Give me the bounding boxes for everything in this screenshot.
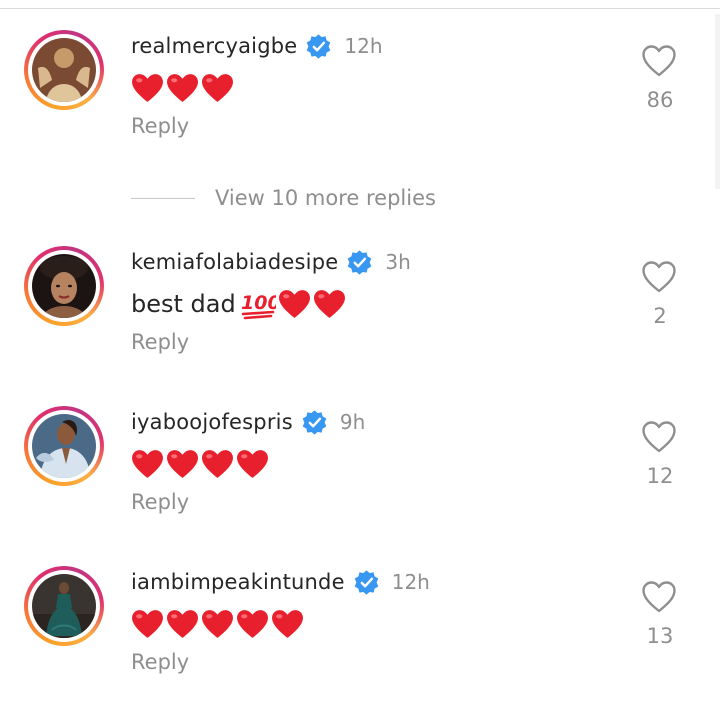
avatar-image — [32, 574, 96, 638]
avatar-image — [32, 414, 96, 478]
like-count: 13 — [646, 624, 674, 648]
heart-outline-icon[interactable] — [641, 580, 677, 614]
heart-emojis — [131, 73, 234, 103]
comment-header: iambimpeakintunde 12h — [131, 566, 430, 598]
verified-badge-icon — [302, 409, 327, 435]
comment-body — [131, 444, 269, 484]
view-more-label[interactable]: View 10 more replies — [215, 186, 436, 210]
username[interactable]: iambimpeakintunde — [131, 570, 345, 594]
avatar[interactable] — [24, 566, 104, 646]
svg-text:100: 100 — [241, 292, 276, 314]
comment-time: 12h — [391, 570, 430, 594]
red-heart-emoji — [132, 450, 163, 478]
heart-outline-icon[interactable] — [641, 44, 677, 78]
comment-header: iyaboojofespris 9h — [131, 406, 365, 438]
comment-body: best dad 100 — [131, 284, 346, 324]
username[interactable]: iyaboojofespris — [131, 410, 293, 434]
comment-item: realmercyaigbe 12h Reply 86 — [0, 30, 720, 180]
verified-badge-icon — [348, 249, 372, 275]
comment-item: kemiafolabiadesipe 3h best dad 100 Reply… — [0, 246, 720, 396]
like-count: 86 — [646, 88, 674, 112]
view-more-replies[interactable]: View 10 more replies — [131, 182, 436, 214]
verified-badge-icon — [354, 569, 379, 595]
red-heart-emoji — [272, 610, 303, 638]
red-heart-emoji — [202, 610, 233, 638]
comment-time: 9h — [339, 410, 366, 434]
heart-outline-icon[interactable] — [641, 260, 677, 294]
comment-body — [131, 68, 234, 108]
avatar-image — [32, 254, 96, 318]
comment-header: kemiafolabiadesipe 3h — [131, 246, 411, 278]
avatar-image — [32, 38, 96, 102]
comment-text: best dad — [131, 290, 236, 318]
comment-body — [131, 604, 304, 644]
red-heart-emoji — [132, 74, 163, 102]
red-heart-emoji — [167, 74, 198, 102]
avatar[interactable] — [24, 406, 104, 486]
hundred-points-emoji: 100 — [241, 292, 276, 320]
username[interactable]: kemiafolabiadesipe — [131, 250, 338, 274]
reply-button[interactable]: Reply — [131, 490, 189, 514]
like-count: 12 — [646, 464, 674, 488]
red-heart-emoji — [313, 290, 345, 318]
heart-emojis — [131, 609, 304, 639]
reply-button[interactable]: Reply — [131, 650, 189, 674]
like-count: 2 — [653, 304, 667, 328]
comment-time: 3h — [385, 250, 411, 274]
heart-emojis — [131, 449, 269, 479]
comment-header: realmercyaigbe 12h — [131, 30, 383, 62]
avatar[interactable] — [24, 246, 104, 326]
heart-emojis — [278, 289, 346, 319]
red-heart-emoji — [237, 610, 268, 638]
comment-time: 12h — [344, 34, 383, 58]
red-heart-emoji — [202, 450, 233, 478]
verified-badge-icon — [307, 33, 331, 59]
top-divider — [0, 0, 720, 9]
reply-button[interactable]: Reply — [131, 114, 189, 138]
view-more-divider — [131, 197, 195, 199]
red-heart-emoji — [167, 450, 198, 478]
avatar[interactable] — [24, 30, 104, 110]
red-heart-emoji — [278, 290, 310, 318]
heart-outline-icon[interactable] — [641, 420, 677, 454]
comment-item: iyaboojofespris 9h Reply 12 — [0, 406, 720, 556]
reply-button[interactable]: Reply — [131, 330, 189, 354]
red-heart-emoji — [202, 74, 233, 102]
red-heart-emoji — [237, 450, 268, 478]
red-heart-emoji — [132, 610, 163, 638]
username[interactable]: realmercyaigbe — [131, 34, 297, 58]
red-heart-emoji — [167, 610, 198, 638]
comment-item: iambimpeakintunde 12h Reply 13 — [0, 566, 720, 716]
